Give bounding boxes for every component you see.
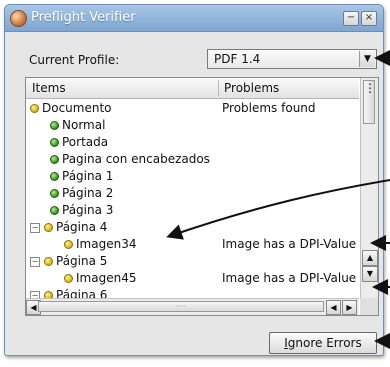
row-label: Página 3 — [62, 203, 114, 217]
tree-row-documento[interactable]: Documento Problems found — [26, 100, 359, 117]
chevron-down-icon[interactable]: ▼ — [359, 51, 375, 67]
tree-header: Items Problems — [26, 78, 359, 99]
row-label: Página 6 — [56, 288, 108, 298]
row-label: Página 1 — [62, 169, 114, 183]
row-label: Pagina con encabezados — [62, 152, 210, 166]
row-label: Portada — [62, 135, 109, 149]
row-problem: Image has a DPI-Value — [222, 237, 357, 251]
warning-status-icon — [44, 257, 53, 266]
ok-status-icon — [50, 138, 59, 147]
ignore-errors-button[interactable]: Ignore Errors — [269, 332, 377, 354]
collapse-toggle[interactable]: − — [30, 291, 40, 298]
app-icon — [10, 10, 27, 27]
results-tree[interactable]: Items Problems Documento Problems found … — [25, 77, 379, 316]
ok-status-icon — [50, 172, 59, 181]
warning-status-icon — [44, 223, 53, 232]
row-label: Página 2 — [62, 186, 114, 200]
warning-status-icon — [64, 240, 73, 249]
warning-status-icon — [44, 291, 53, 298]
ok-status-icon — [50, 155, 59, 164]
title-bar[interactable]: Preflight Verifier − × — [5, 5, 383, 32]
window-title: Preflight Verifier — [31, 10, 136, 25]
row-label: Página 4 — [56, 220, 108, 234]
ignore-label: gnore Errors — [287, 336, 362, 350]
warning-status-icon — [30, 104, 39, 113]
scroll-right-button[interactable]: ▶ — [342, 300, 357, 315]
current-profile-label: Current Profile: — [29, 53, 120, 67]
tree-row-portada[interactable]: Portada — [26, 134, 359, 151]
tree-row-imagen45[interactable]: Imagen45 Image has a DPI-Value — [26, 270, 359, 287]
close-button[interactable]: × — [361, 11, 377, 26]
row-label: Normal — [62, 118, 106, 132]
collapse-toggle[interactable]: − — [30, 223, 40, 233]
warning-status-icon — [64, 274, 73, 283]
scroll-corner — [360, 298, 378, 315]
tree-row-normal[interactable]: Normal — [26, 117, 359, 134]
ok-status-icon — [50, 189, 59, 198]
row-label: Imagen45 — [76, 271, 137, 285]
collapse-toggle[interactable]: − — [30, 257, 40, 267]
scroll-down-button[interactable]: ▼ — [362, 266, 378, 282]
tree-row-pagina-4[interactable]: − Página 4 — [26, 219, 359, 236]
horizontal-scroll-thumb[interactable]: ···· — [38, 301, 324, 312]
row-label: Imagen34 — [76, 237, 137, 251]
ok-status-icon — [50, 206, 59, 215]
preflight-window: Preflight Verifier − × Current Profile: … — [4, 4, 384, 356]
row-label: Página 5 — [56, 254, 108, 268]
tree-row-pagina-5[interactable]: − Página 5 — [26, 253, 359, 270]
vertical-scroll-thumb[interactable]: ⋮ — [363, 80, 376, 124]
tree-rows: Documento Problems found Normal Portada … — [26, 100, 359, 298]
tree-row-pagina-3[interactable]: Página 3 — [26, 202, 359, 219]
column-header-problems[interactable]: Problems — [224, 81, 279, 95]
tree-row-imagen34[interactable]: Imagen34 Image has a DPI-Value — [26, 236, 359, 253]
column-separator[interactable] — [218, 80, 219, 96]
row-problem: Image has a DPI-Value — [222, 271, 357, 285]
ok-status-icon — [50, 121, 59, 130]
horizontal-scrollbar[interactable]: ◀ ···· ◀ ▶ — [26, 298, 359, 315]
row-label: Documento — [42, 101, 112, 115]
profile-selected-value: PDF 1.4 — [214, 52, 261, 66]
scroll-up-button[interactable]: ▲ — [362, 250, 378, 266]
tree-row-pagina-2[interactable]: Página 2 — [26, 185, 359, 202]
tree-row-pagina-1[interactable]: Página 1 — [26, 168, 359, 185]
tree-row-pagina-con-encabezados[interactable]: Pagina con encabezados — [26, 151, 359, 168]
column-header-items[interactable]: Items — [32, 81, 66, 95]
row-problem: Problems found — [222, 101, 316, 115]
scroll-left-button[interactable]: ◀ — [326, 300, 341, 315]
vertical-scrollbar[interactable]: ⋮ ▲ ▼ — [360, 78, 378, 298]
minimize-button[interactable]: − — [343, 11, 359, 26]
tree-row-pagina-6[interactable]: − Página 6 — [26, 287, 359, 298]
profile-select[interactable]: PDF 1.4 ▼ — [207, 49, 377, 69]
